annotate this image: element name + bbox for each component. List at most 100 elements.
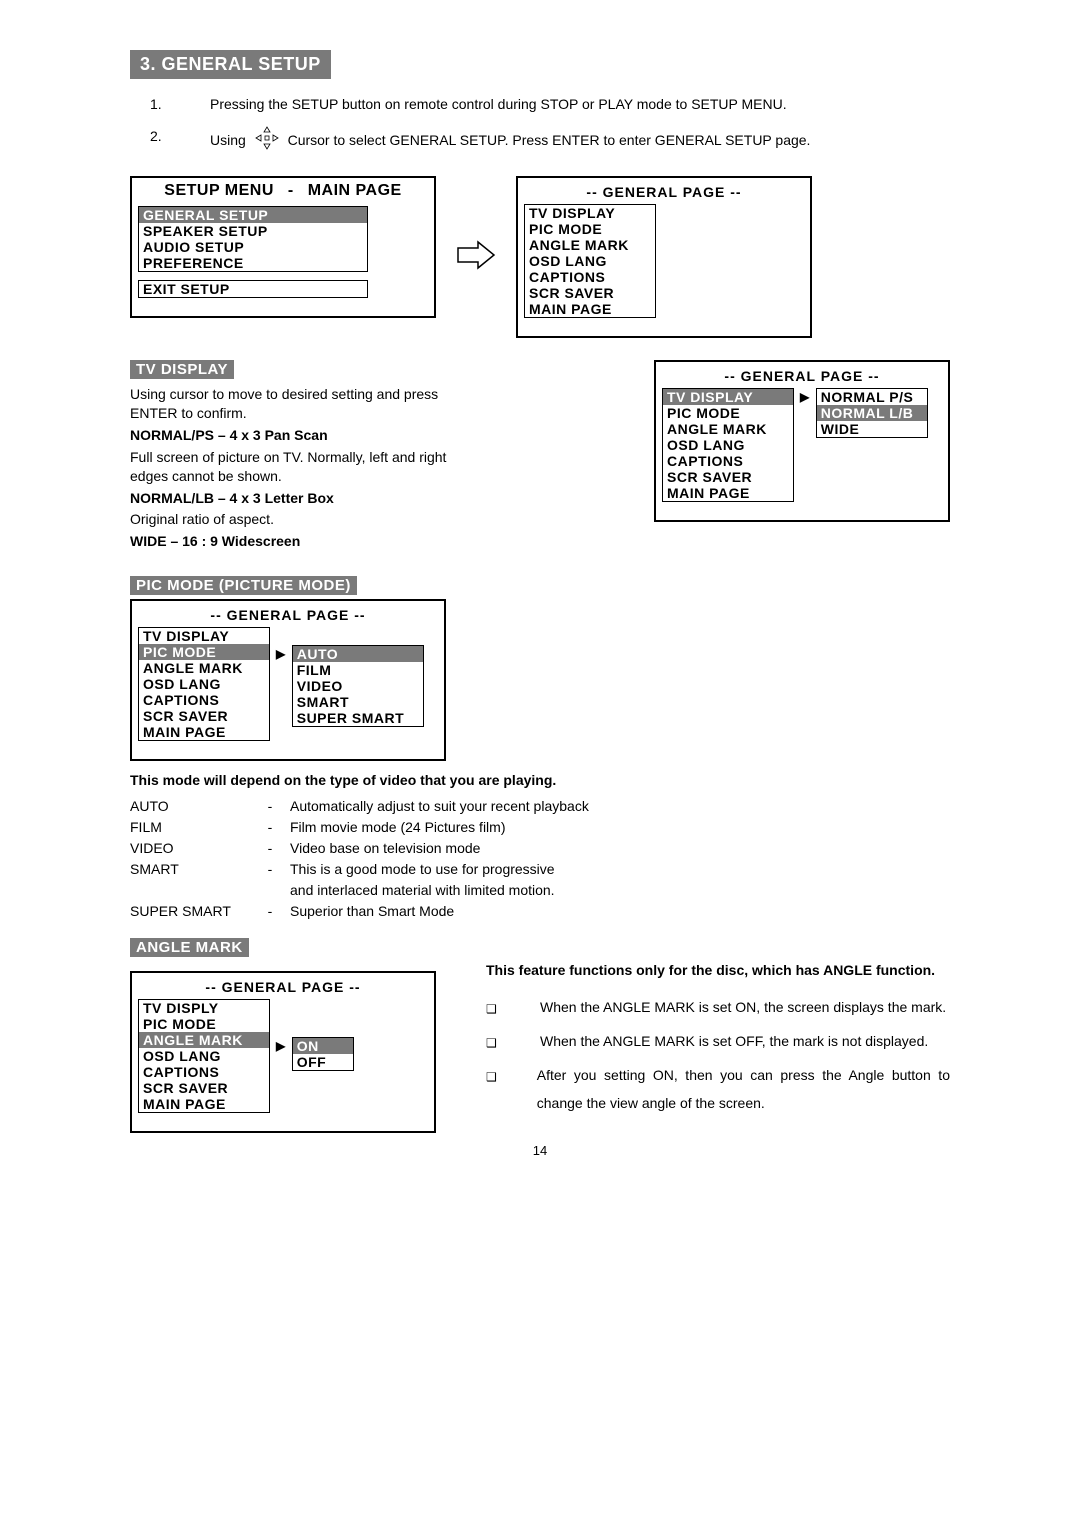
tv-sub-cols: TV DISPLAY PIC MODE ANGLE MARK OSD LANG …	[662, 388, 942, 502]
square-bullet-icon: ❑	[486, 993, 500, 1021]
angle-bullet-3: ❑After you setting ON, then you can pres…	[486, 1061, 950, 1117]
mode-row: and interlaced material with limited mot…	[130, 880, 950, 901]
tv-opt3-b: WIDE – 16 : 9 Widescreen	[130, 532, 634, 552]
gp1-item-3[interactable]: OSD LANG	[525, 253, 655, 269]
intro-num-2: 2.	[130, 125, 170, 157]
mode-row: FILM-Film movie mode (24 Pictures film)	[130, 817, 950, 838]
angle-left-4[interactable]: CAPTIONS	[139, 1064, 269, 1080]
pic-mode-menu: -- GENERAL PAGE -- TV DISPLAY PIC MODE A…	[130, 599, 446, 761]
setup-item-audio[interactable]: AUDIO SETUP	[139, 239, 367, 255]
gp1-item-1[interactable]: PIC MODE	[525, 221, 655, 237]
angle-left-0[interactable]: TV DISPLY	[139, 1000, 269, 1016]
pic-right-0[interactable]: AUTO	[293, 646, 423, 662]
pic-left-0[interactable]: TV DISPLAY	[139, 628, 269, 644]
intro-text-2b: Cursor to select GENERAL SETUP. Press EN…	[288, 132, 811, 148]
pic-mode-heading: PIC MODE (PICTURE MODE)	[130, 576, 357, 595]
angle-left-1[interactable]: PIC MODE	[139, 1016, 269, 1032]
angle-lead: This feature functions only for the disc…	[486, 961, 950, 981]
tv-display-heading: TV DISPLAY	[130, 360, 234, 379]
setup-item-speaker[interactable]: SPEAKER SETUP	[139, 223, 367, 239]
pic-right-1[interactable]: FILM	[293, 662, 423, 678]
angle-bullet-2: ❑When the ANGLE MARK is set OFF, the mar…	[486, 1027, 950, 1055]
angle-left-5[interactable]: SCR SAVER	[139, 1080, 269, 1096]
angle-menu-title: -- GENERAL PAGE --	[138, 977, 428, 999]
square-bullet-icon: ❑	[486, 1027, 500, 1055]
gp1-item-5[interactable]: SCR SAVER	[525, 285, 655, 301]
angle-right-list: ON OFF	[292, 1037, 354, 1071]
angle-left-2[interactable]: ANGLE MARK	[139, 1032, 269, 1048]
pic-left-5[interactable]: SCR SAVER	[139, 708, 269, 724]
setup-title-dash: -	[288, 182, 294, 200]
general-page-title-1: -- GENERAL PAGE --	[524, 182, 804, 204]
tv-display-submenu: -- GENERAL PAGE -- TV DISPLAY PIC MODE A…	[654, 360, 950, 522]
tv-left-4[interactable]: CAPTIONS	[663, 453, 793, 469]
pic-right-2[interactable]: VIDEO	[293, 678, 423, 694]
tv-opt2-b: NORMAL/LB – 4 x 3 Letter Box	[130, 489, 634, 509]
pic-right-3[interactable]: SMART	[293, 694, 423, 710]
pic-menu-title: -- GENERAL PAGE --	[138, 605, 438, 627]
mode-row: SMART-This is a good mode to use for pro…	[130, 859, 950, 880]
tv-display-row: TV DISPLAY Using cursor to move to desir…	[130, 344, 950, 554]
section-title: 3. GENERAL SETUP	[130, 50, 331, 79]
tv-right-0[interactable]: NORMAL P/S	[817, 389, 927, 405]
gp1-item-4[interactable]: CAPTIONS	[525, 269, 655, 285]
tv-left-3[interactable]: OSD LANG	[663, 437, 793, 453]
tv-opt1-t: Full screen of picture on TV. Normally, …	[130, 448, 450, 487]
general-page-box-1: -- GENERAL PAGE -- TV DISPLAY PIC MODE A…	[516, 176, 812, 338]
intro-list: 1. Pressing the SETUP button on remote c…	[130, 93, 950, 158]
tv-left-2[interactable]: ANGLE MARK	[663, 421, 793, 437]
tv-left-6[interactable]: MAIN PAGE	[663, 485, 793, 501]
gp1-item-2[interactable]: ANGLE MARK	[525, 237, 655, 253]
pic-right: AUTO FILM VIDEO SMART SUPER SMART	[292, 645, 424, 727]
gp1-item-0[interactable]: TV DISPLAY	[525, 205, 655, 221]
setup-row: SETUP MENU - MAIN PAGE GENERAL SETUP SPE…	[130, 176, 950, 338]
tv-sub-title: -- GENERAL PAGE --	[662, 366, 942, 388]
pic-left-4[interactable]: CAPTIONS	[139, 692, 269, 708]
angle-text: This feature functions only for the disc…	[486, 961, 950, 1123]
pic-left: TV DISPLAY PIC MODE ANGLE MARK OSD LANG …	[138, 627, 270, 741]
tv-opt1-b: NORMAL/PS – 4 x 3 Pan Scan	[130, 426, 634, 446]
arrow-right-icon	[456, 240, 496, 273]
intro-item-1: 1. Pressing the SETUP button on remote c…	[130, 93, 950, 115]
tv-left-1[interactable]: PIC MODE	[663, 405, 793, 421]
tv-sub-right: NORMAL P/S NORMAL L/B WIDE	[816, 388, 928, 438]
square-bullet-icon: ❑	[486, 1061, 497, 1117]
mode-row: SUPER SMART-Superior than Smart Mode	[130, 901, 950, 922]
angle-bullet-1: ❑When the ANGLE MARK is set ON, the scre…	[486, 993, 950, 1021]
pic-right-4[interactable]: SUPER SMART	[293, 710, 423, 726]
mode-row: VIDEO-Video base on television mode	[130, 838, 950, 859]
dpad-icon	[254, 125, 280, 157]
angle-sub-cols: TV DISPLY PIC MODE ANGLE MARK OSD LANG C…	[138, 999, 428, 1113]
gp1-item-6[interactable]: MAIN PAGE	[525, 301, 655, 317]
tv-right-2[interactable]: WIDE	[817, 421, 927, 437]
angle-left-6[interactable]: MAIN PAGE	[139, 1096, 269, 1112]
angle-mark-heading: ANGLE MARK	[130, 938, 249, 957]
angle-right-0[interactable]: ON	[293, 1038, 353, 1054]
setup-menu-title: SETUP MENU - MAIN PAGE	[138, 182, 428, 206]
pic-mode-table: AUTO-Automatically adjust to suit your r…	[130, 796, 950, 922]
tv-left-5[interactable]: SCR SAVER	[663, 469, 793, 485]
section-title-text: 3. GENERAL SETUP	[140, 54, 321, 74]
page-number: 14	[130, 1143, 950, 1158]
pic-left-1[interactable]: PIC MODE	[139, 644, 269, 660]
setup-title-left: SETUP MENU	[164, 182, 274, 200]
tv-opt2-t: Original ratio of aspect.	[130, 510, 634, 530]
setup-item-preference[interactable]: PREFERENCE	[139, 255, 367, 271]
intro-text-1: Pressing the SETUP button on remote cont…	[210, 93, 950, 115]
setup-menu-list: GENERAL SETUP SPEAKER SETUP AUDIO SETUP …	[138, 206, 368, 272]
angle-left-3[interactable]: OSD LANG	[139, 1048, 269, 1064]
setup-title-right: MAIN PAGE	[308, 182, 402, 200]
pic-left-2[interactable]: ANGLE MARK	[139, 660, 269, 676]
tv-right-1[interactable]: NORMAL L/B	[817, 405, 927, 421]
pic-left-3[interactable]: OSD LANG	[139, 676, 269, 692]
setup-item-general[interactable]: GENERAL SETUP	[139, 207, 367, 223]
setup-exit-list: EXIT SETUP	[138, 280, 368, 298]
setup-item-exit[interactable]: EXIT SETUP	[139, 281, 367, 297]
tv-left-0[interactable]: TV DISPLAY	[663, 389, 793, 405]
setup-menu-box: SETUP MENU - MAIN PAGE GENERAL SETUP SPE…	[130, 176, 436, 318]
pic-left-6[interactable]: MAIN PAGE	[139, 724, 269, 740]
angle-mark-row: -- GENERAL PAGE -- TV DISPLY PIC MODE AN…	[130, 961, 950, 1133]
page: 3. GENERAL SETUP 1. Pressing the SETUP b…	[130, 0, 950, 1198]
angle-right-1[interactable]: OFF	[293, 1054, 353, 1070]
pic-sub-cols: TV DISPLAY PIC MODE ANGLE MARK OSD LANG …	[138, 627, 438, 741]
